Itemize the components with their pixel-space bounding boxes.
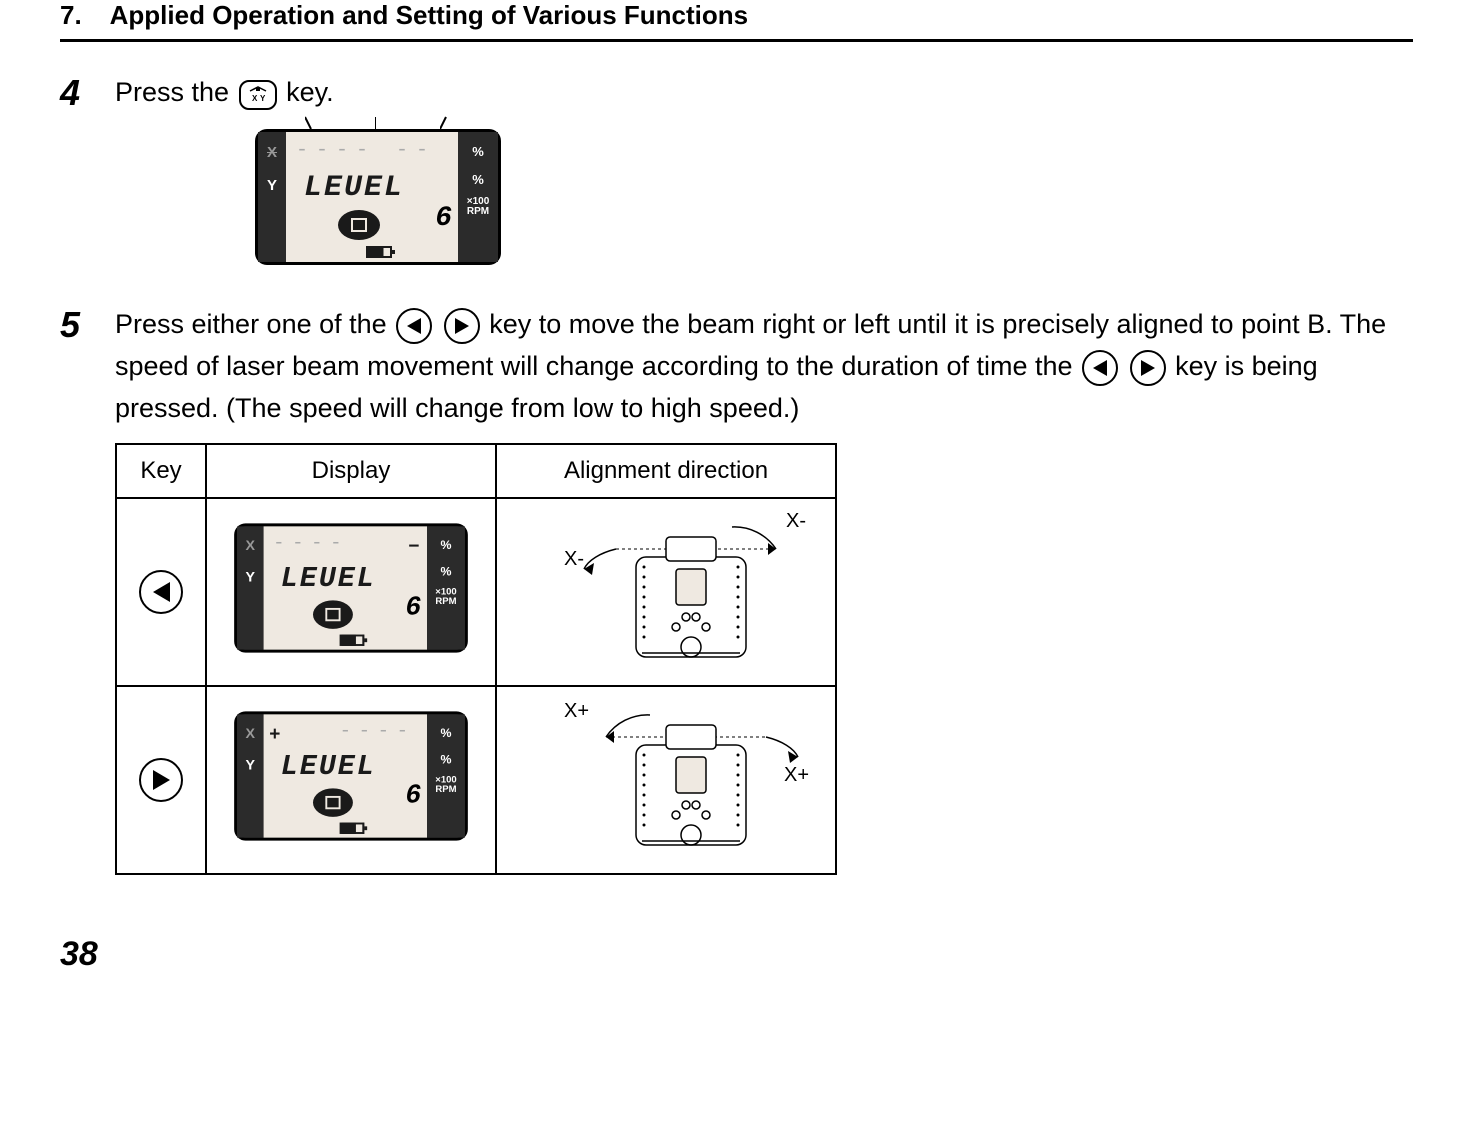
lcd-left-labels: X Y [237,715,264,839]
lcd-battery-icon [340,823,365,834]
left-arrow-key-icon-row [139,570,183,614]
page-number: 38 [60,935,1413,974]
table-row: X Y ---- − LEUEL 6 [116,498,836,686]
lcd-plus-sign: + [269,720,280,749]
lcd-left-labels: X Y [258,132,286,262]
lcd-percent-1: % [441,536,452,555]
step-4: 4 Press the X Y key. [60,72,1413,274]
device-diagram-xplus: X+ X+ [516,695,816,865]
lcd-six: 6 [435,198,452,240]
row2-key-cell [116,686,206,874]
step-4-lcd-figure: X Y ---- -- LEUEL 6 % % [255,129,1413,274]
lcd-right-labels: % % ×100 RPM [458,132,498,262]
header-display: Display [206,444,496,498]
lcd-six: 6 [405,589,421,629]
lcd-y-label: Y [246,755,256,776]
lcd-level-text: LEUEL [304,166,404,211]
step-5: 5 Press either one of the key to move th… [60,304,1413,876]
lcd-dashes: ---- -- [296,136,436,166]
row2-alignment-cell: X+ X+ [496,686,836,874]
step-4-text-after: key. [286,77,334,107]
lcd-level-text: LEUEL [281,559,376,602]
xminus-label-side: X- [564,548,584,570]
section-title: Applied Operation and Setting of Various… [110,0,748,30]
lcd-rpm: RPM [435,785,456,795]
step-5-text-a: Press either one of the [115,309,394,339]
lcd-right-labels: % % ×100 RPM [427,527,465,651]
section-header: 7. Applied Operation and Setting of Vari… [60,0,1413,39]
lcd-percent-1: % [472,142,484,162]
lcd-center-icon [338,210,380,240]
lcd-x-label: X [246,536,256,557]
svg-text:Y: Y [260,94,266,103]
lcd-y-label: Y [267,175,277,198]
xminus-label-top: X- [786,510,806,532]
right-arrow-key-icon-row [139,758,183,802]
table-row: X Y + ---- LEUEL 6 [116,686,836,874]
step-4-text-before: Press the [115,77,237,107]
alignment-table-container: Key Display Alignment direction [115,443,1413,875]
lcd-percent-2: % [441,750,452,769]
right-arrow-key-icon [444,305,480,346]
lcd-dashes: ---- [273,530,349,559]
alignment-table: Key Display Alignment direction [115,443,837,875]
lcd-y-label: Y [246,567,256,588]
header-divider [60,39,1413,42]
section-number: 7. [60,0,82,30]
lcd-battery-icon [340,635,365,646]
row1-alignment-cell: X- X- [496,498,836,686]
svg-text:X: X [252,94,258,103]
lcd-x-label: X [246,724,256,745]
lcd-center-icon [313,789,353,818]
xplus-label-top: X+ [564,700,589,722]
lcd-percent-2: % [441,562,452,581]
lcd-battery-icon [366,246,392,258]
lcd-left-labels: X Y [237,527,264,651]
row1-display-cell: X Y ---- − LEUEL 6 [206,498,496,686]
row1-key-cell [116,498,206,686]
step-4-number: 4 [60,72,115,274]
row2-display-cell: X Y + ---- LEUEL 6 [206,686,496,874]
lcd-percent-1: % [441,724,452,743]
lcd-rpm: RPM [435,597,456,607]
lcd-minus-sign: − [408,532,419,561]
lcd-percent-2: % [472,170,484,190]
xplus-label-side: X+ [784,764,809,786]
lcd-six: 6 [405,777,421,817]
left-arrow-key-icon-2 [1082,347,1118,388]
lcd-rpm: RPM [467,206,489,217]
device-diagram-xminus: X- X- [516,507,816,677]
right-arrow-key-icon-2 [1130,347,1166,388]
lcd-x-label: X [267,142,277,165]
left-arrow-key-icon [396,305,432,346]
xy-key-icon: X Y [239,74,277,115]
table-header-row: Key Display Alignment direction [116,444,836,498]
step-5-number: 5 [60,304,115,876]
header-key: Key [116,444,206,498]
lcd-right-labels: % % ×100 RPM [427,715,465,839]
lcd-dashes: ---- [340,718,416,747]
lcd-level-text: LEUEL [281,747,376,790]
lcd-center-icon [313,601,353,630]
header-alignment: Alignment direction [496,444,836,498]
